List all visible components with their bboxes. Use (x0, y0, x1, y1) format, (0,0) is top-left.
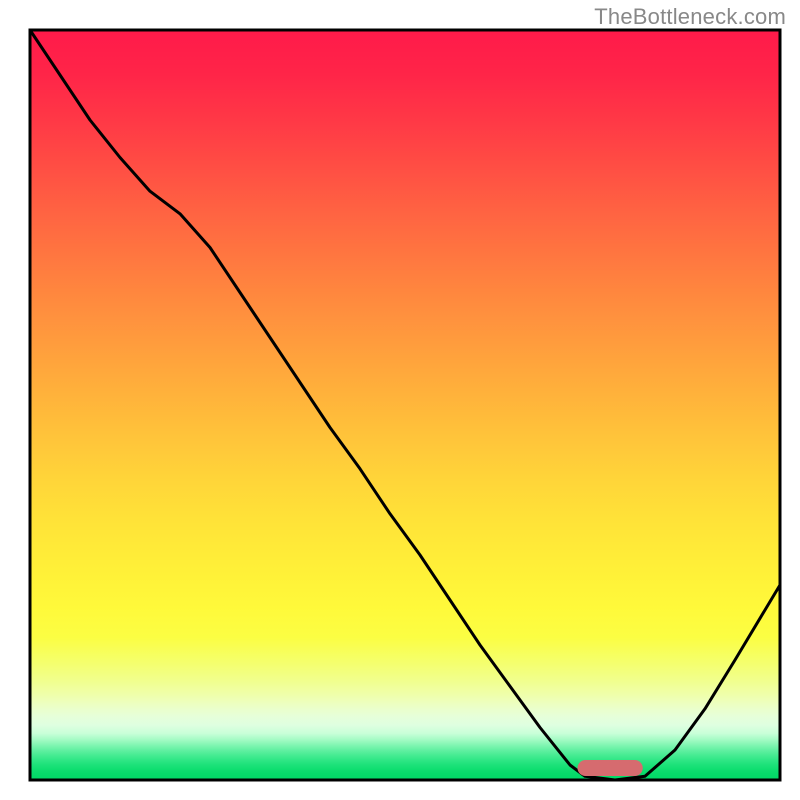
chart-container: { "watermark": "TheBottleneck.com", "plo… (0, 0, 800, 800)
bottleneck-chart (0, 0, 800, 800)
optimum-marker (578, 760, 643, 776)
chart-background-gradient (30, 30, 780, 780)
